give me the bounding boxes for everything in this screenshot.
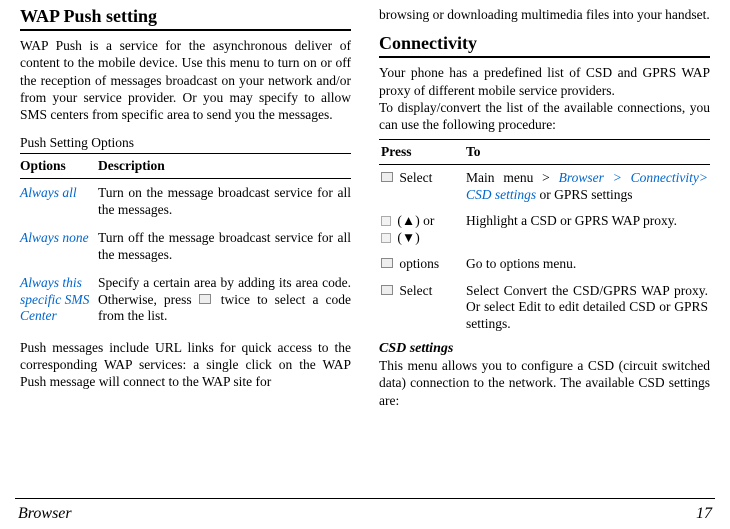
csd-heading: CSD settings [379, 341, 710, 357]
key-icon [381, 172, 393, 182]
csd-body: This menu allows you to configure a CSD … [379, 357, 710, 409]
continuation-paragraph: browsing or downloading multimedia files… [379, 6, 710, 23]
to-cell: Go to options menu. [464, 251, 710, 277]
options-table: Options Description Always all Turn on t… [20, 153, 351, 330]
push-options-subhead: Push Setting Options [20, 135, 351, 151]
to-cell: Select Convert the CSD/GPRS WAP proxy. O… [464, 278, 710, 337]
option-desc: Specify a certain area by adding its are… [98, 269, 351, 330]
footer-rule [15, 498, 715, 499]
heading-underline [379, 56, 710, 58]
press-cell: (▲) or (▼) [379, 208, 464, 251]
push-after-paragraph: Push messages include URL links for quic… [20, 339, 351, 391]
option-label: Always this specific SMS Center [20, 269, 98, 330]
to-text: Main menu > [466, 170, 559, 185]
press-label: Select [396, 283, 432, 298]
option-label: Always none [20, 224, 98, 269]
wap-push-heading: WAP Push setting [20, 6, 351, 27]
options-th-options: Options [20, 154, 98, 179]
wap-intro: WAP Push is a service for the asynchrono… [20, 37, 351, 123]
press-cell: Select [379, 278, 464, 337]
option-desc: Turn on the message broadcast service fo… [98, 179, 351, 224]
page-footer: Browser 17 [18, 505, 712, 523]
press-cell: Select [379, 165, 464, 208]
option-label: Always all [20, 179, 98, 224]
connectivity-heading: Connectivity [379, 33, 710, 54]
options-th-description: Description [98, 154, 351, 179]
down-arrow-icon [381, 233, 391, 243]
press-label: (▼) [394, 230, 420, 245]
press-table: Press To Select Main menu > Browser > Co… [379, 139, 710, 337]
to-cell: Main menu > Browser > Connectivity> CSD … [464, 165, 710, 208]
up-arrow-icon [381, 216, 391, 226]
footer-page-number: 17 [696, 505, 712, 523]
key-icon [199, 294, 211, 304]
press-th-to: To [464, 140, 710, 165]
press-label: options [396, 256, 439, 271]
connectivity-intro: Your phone has a predefined list of CSD … [379, 64, 710, 133]
footer-left: Browser [18, 505, 72, 523]
press-label: (▲) or [394, 213, 434, 228]
to-cell: Highlight a CSD or GPRS WAP proxy. [464, 208, 710, 251]
key-icon [381, 258, 393, 268]
heading-underline [20, 29, 351, 31]
option-desc: Turn off the message broadcast service f… [98, 224, 351, 269]
to-text: or GPRS settings [536, 187, 632, 202]
key-icon [381, 285, 393, 295]
press-label: Select [396, 170, 432, 185]
press-th-press: Press [379, 140, 464, 165]
press-cell: options [379, 251, 464, 277]
